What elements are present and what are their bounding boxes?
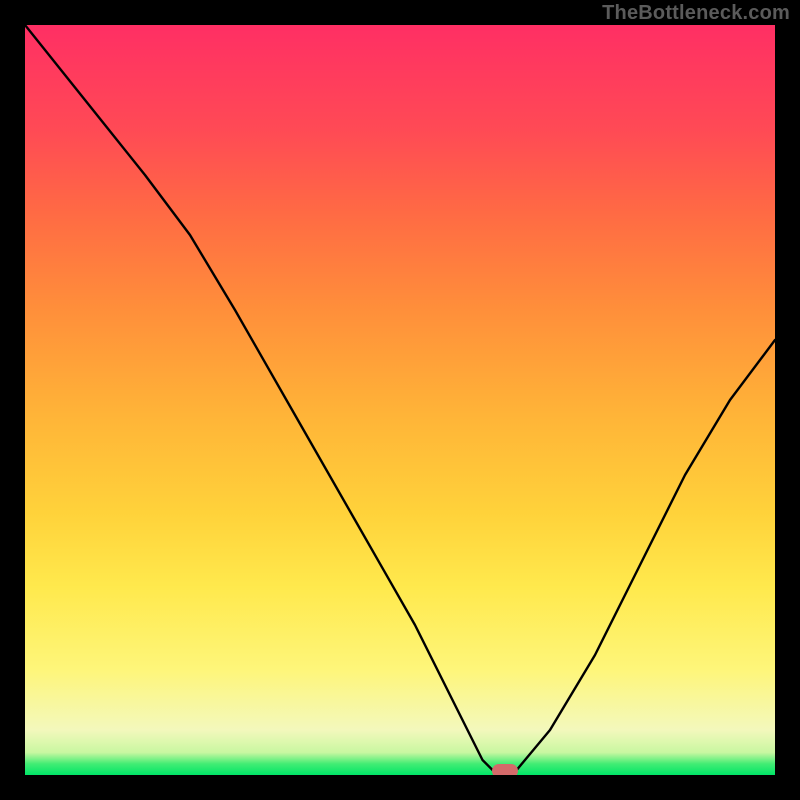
optimal-marker	[492, 764, 518, 776]
watermark-text: TheBottleneck.com	[602, 2, 790, 25]
bottleneck-curve	[25, 25, 775, 775]
chart-frame: TheBottleneck.com	[0, 0, 800, 800]
plot-area	[25, 25, 775, 775]
